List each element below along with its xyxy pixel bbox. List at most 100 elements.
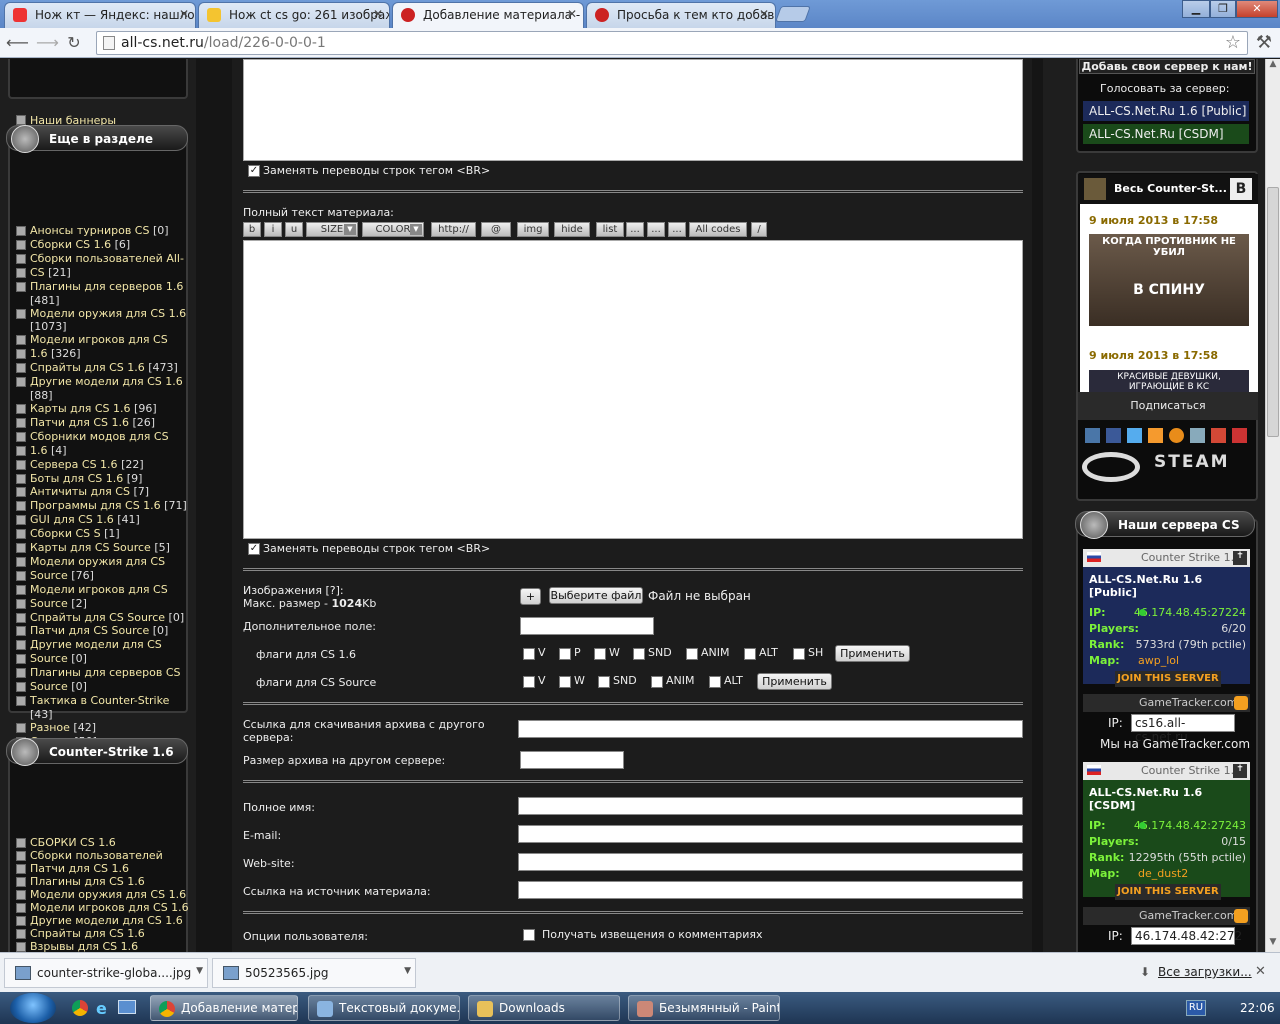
section-item[interactable]: Source [0] — [30, 680, 87, 693]
maximize-button[interactable]: ❐ — [1210, 0, 1236, 18]
flag-checkbox[interactable] — [793, 648, 805, 660]
forward-icon[interactable]: ⟶ — [36, 33, 59, 53]
twitter-icon[interactable] — [1127, 428, 1142, 443]
archive-size-input[interactable] — [520, 751, 624, 769]
minimize-button[interactable]: ▁ — [1182, 0, 1210, 18]
cs16-item[interactable]: Другие модели для CS 1.6 — [30, 914, 183, 927]
bbcode-i-button[interactable]: i — [264, 222, 282, 237]
chevron-down-icon[interactable]: ▼ — [404, 966, 411, 976]
gametracker-link[interactable]: Мы на GameTracker.com — [1100, 737, 1250, 751]
bbcode-u-button[interactable]: u — [285, 222, 303, 237]
server-ip-input[interactable]: 46.174.48.42:272 — [1131, 927, 1242, 945]
section-item[interactable]: [481] — [30, 294, 60, 307]
task-chrome[interactable]: Добавление матер... — [150, 995, 298, 1021]
full-text-area[interactable] — [243, 240, 1023, 539]
server-ip-input[interactable]: cs16.all-cs.net.ru — [1131, 714, 1235, 744]
apply-flagsSrc-button[interactable]: Применить — [757, 673, 832, 690]
add-server-banner[interactable]: Добавь свои сервер к нам! — [1079, 59, 1255, 74]
extra-field-input[interactable] — [520, 617, 654, 635]
flag-checkbox[interactable] — [523, 648, 535, 660]
server-name[interactable]: ALL-CS.Net.Ru 1.6 [Public] — [1089, 573, 1250, 599]
desktop-icon[interactable] — [118, 1000, 136, 1014]
meme-image[interactable]: КОГДА ПРОТИВНИК НЕ УБИЛ В СПИНУ — [1089, 234, 1249, 326]
br-checkbox-1[interactable]: ✓ — [248, 165, 260, 177]
cs16-item[interactable]: Сборки пользователей — [30, 849, 163, 862]
language-indicator[interactable]: RU — [1186, 1000, 1206, 1016]
short-text-area[interactable] — [243, 59, 1023, 161]
steam-logo[interactable]: STEAM — [1080, 448, 1250, 490]
flag-checkbox[interactable] — [709, 676, 721, 688]
cs16-item[interactable]: Патчи для CS 1.6 — [30, 862, 129, 875]
flag-checkbox[interactable] — [633, 648, 645, 660]
section-item[interactable]: Патчи для CS 1.6 [26] — [30, 416, 155, 429]
flag-checkbox[interactable] — [686, 648, 698, 660]
source-input[interactable] — [518, 881, 1023, 899]
section-item[interactable]: Спрайты для CS 1.6 [473] — [30, 361, 178, 374]
bbcode-more-button[interactable]: ... — [668, 222, 686, 237]
section-item[interactable]: Сервера CS 1.6 [22] — [30, 458, 144, 471]
flag-checkbox[interactable] — [744, 648, 756, 660]
section-item[interactable]: Спрайты для CS Source [0] — [30, 611, 184, 624]
close-icon[interactable]: ✕ — [1255, 964, 1266, 979]
flag-checkbox[interactable] — [523, 676, 535, 688]
close-icon[interactable]: ✕ — [179, 7, 189, 21]
flag-checkbox[interactable] — [559, 676, 571, 688]
livejournal-icon[interactable] — [1190, 428, 1205, 443]
close-icon[interactable]: ✕ — [759, 7, 769, 21]
chrome-icon[interactable] — [72, 1000, 88, 1016]
section-item[interactable]: Source [2] — [30, 597, 87, 610]
fullname-input[interactable] — [518, 797, 1023, 815]
bbcode-more-button[interactable]: ... — [626, 222, 644, 237]
choose-file-button[interactable]: Выберите файл — [549, 587, 643, 604]
tab-request[interactable]: Просьба к тем кто добав ✕ — [586, 2, 776, 28]
bbcode-http-button[interactable]: http:// — [431, 222, 476, 237]
chevron-down-icon[interactable]: ▼ — [410, 224, 422, 235]
section-item[interactable]: 1.6 [4] — [30, 444, 67, 457]
section-item[interactable]: Модели игроков для CS — [30, 333, 168, 346]
flag-checkbox[interactable] — [559, 648, 571, 660]
join-server-button[interactable]: JOIN THIS SERVER — [1115, 671, 1221, 687]
wrench-icon[interactable]: ⚒ — [1254, 33, 1274, 53]
scroll-down-icon[interactable]: ▼ — [1266, 937, 1280, 951]
bbcode-img-button[interactable]: img — [517, 222, 549, 237]
section-item[interactable]: [88] — [30, 389, 53, 402]
section-item[interactable]: Разное [42] — [30, 721, 96, 734]
notify-checkbox[interactable] — [523, 929, 535, 941]
address-bar[interactable]: all-cs.net.ru/load/226-0-0-0-1 ☆ — [96, 31, 1248, 55]
email-input[interactable] — [518, 825, 1023, 843]
section-item[interactable]: Сборки CS S [1] — [30, 527, 120, 540]
cs16-item[interactable]: СБОРКИ CS 1.6 — [30, 836, 116, 849]
google-plus-icon[interactable] — [1211, 428, 1226, 443]
section-item[interactable]: Source [0] — [30, 652, 87, 665]
mail-icon[interactable] — [1169, 428, 1184, 443]
download-item[interactable]: 50523565.jpg ▼ — [212, 958, 416, 988]
vk-title[interactable]: Весь Counter-St... — [1114, 182, 1227, 195]
bbcode-slash-button[interactable]: @ — [481, 222, 511, 237]
section-item[interactable]: Сборки CS 1.6 [6] — [30, 238, 130, 251]
flag-checkbox[interactable] — [594, 648, 606, 660]
bbcode-b-button[interactable]: b — [243, 222, 261, 237]
section-item[interactable]: Тактика в Counter-Strike — [30, 694, 169, 707]
section-item[interactable]: Карты для CS Source [5] — [30, 541, 170, 554]
girls-image[interactable]: КРАСИВЫЕ ДЕВУШКИ, ИГРАЮЩИЕ В КС — [1089, 370, 1249, 392]
cs16-item[interactable]: Модели оружия для CS 1.6 — [30, 888, 186, 901]
section-item[interactable]: Сборники модов для CS — [30, 430, 169, 443]
section-item[interactable]: Другие модели для CS — [30, 638, 162, 651]
tab-images[interactable]: Нож ct cs go: 261 изображ ✕ — [198, 2, 390, 28]
cs16-item[interactable]: Взрывы для CS 1.6 — [30, 940, 138, 952]
tab-add-material[interactable]: Добавление материала - ✕ — [392, 2, 584, 29]
new-tab-button[interactable] — [775, 6, 811, 22]
bookmark-icon[interactable] — [1232, 428, 1247, 443]
odnoklassniki-icon[interactable] — [1148, 428, 1163, 443]
section-item[interactable]: Плагины для серверов 1.6 — [30, 280, 183, 293]
bbcode-hide-button[interactable]: hide — [554, 222, 590, 237]
ie-icon[interactable]: e — [96, 999, 107, 1018]
section-item[interactable]: Боты для CS 1.6 [9] — [30, 472, 142, 485]
facebook-icon[interactable] — [1106, 428, 1121, 443]
section-item[interactable]: Плагины для серверов CS — [30, 666, 181, 679]
chevron-down-icon[interactable]: ▼ — [344, 224, 356, 235]
reload-icon[interactable]: ↻ — [64, 33, 84, 53]
website-input[interactable] — [518, 853, 1023, 871]
section-item[interactable]: Анонсы турниров CS [0] — [30, 224, 169, 237]
scrollbar[interactable]: ▲ ▼ — [1265, 59, 1280, 952]
